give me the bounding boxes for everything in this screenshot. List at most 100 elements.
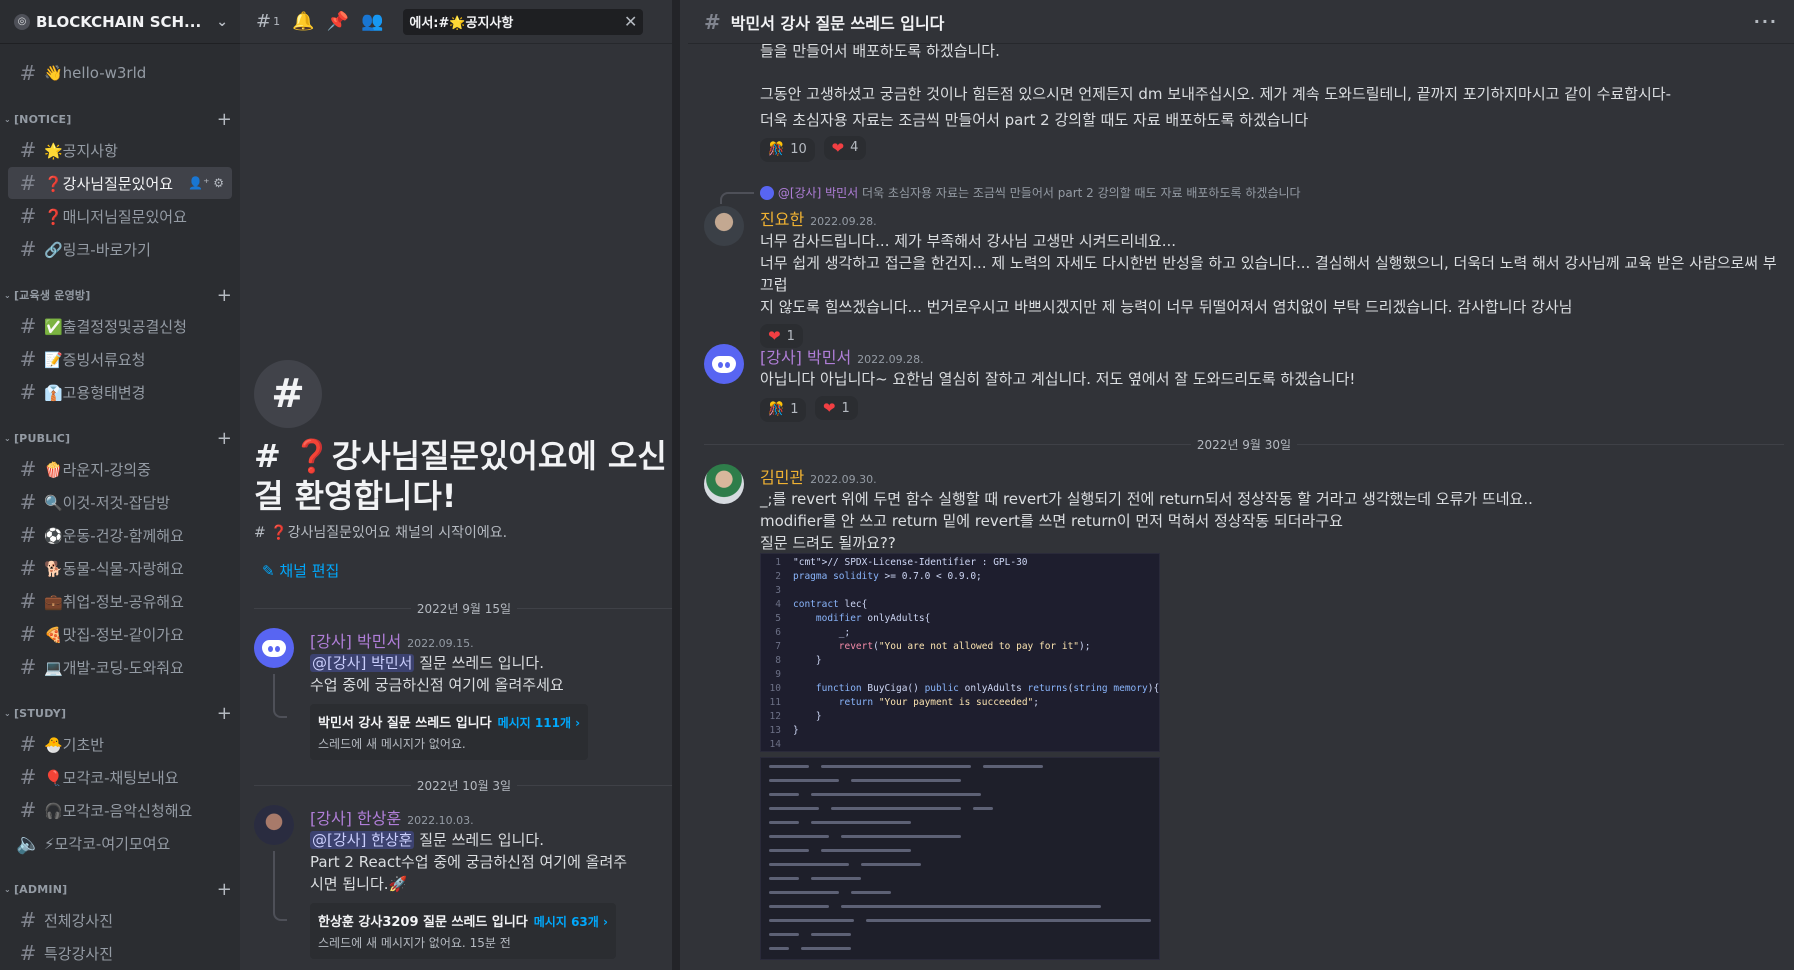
reply-reference[interactable]: @[강사] 박민서 더욱 초심자용 자료는 조금씩 만들어서 part 2 강의… [760, 184, 1301, 201]
bell-icon[interactable]: 🔔 [292, 11, 314, 32]
channel-label: ❓강사님질문있어요 [44, 174, 174, 193]
channel-item[interactable]: # 👔고용형태변경 [8, 376, 232, 408]
category-header[interactable]: ⌄ [교육생 운영방] + [0, 281, 240, 309]
avatar[interactable] [254, 628, 294, 668]
channel-item[interactable]: # ✅출결정정및공결신청 [8, 310, 232, 342]
chevron-down-icon[interactable]: ⌄ [216, 14, 228, 30]
author-name[interactable]: [강사] 박민서 [310, 632, 401, 651]
channel-item[interactable]: # 📝증빙서류요청 [8, 343, 232, 375]
mention[interactable]: @[강사] 박민서 [310, 654, 415, 672]
heart-icon: ❤ [822, 399, 836, 417]
channel-item[interactable]: # 🎈모각코-채팅보내요 [8, 761, 232, 793]
add-channel-icon[interactable]: + [217, 703, 232, 724]
category-header[interactable]: ⌄ [NOTICE] + [0, 105, 240, 133]
channel-item[interactable]: # 🐣기초반 [8, 728, 232, 760]
thread-message-count[interactable]: 메시지 63개 › [534, 915, 608, 929]
reaction-count: 1 [786, 328, 795, 344]
code-line: 2 pragma solidity >= 0.7.0 < 0.9.0; [775, 571, 982, 582]
author-name[interactable]: [강사] 박민서 [760, 348, 851, 367]
timestamp: 2022.09.28. [810, 215, 877, 228]
reaction-button[interactable]: 🎊 10 [760, 138, 815, 162]
category-name: [STUDY] [13, 706, 67, 720]
message-item: [강사] 한상훈 2022.10.03. @[강사] 한상훈 질문 쓰레드 입니다… [254, 805, 672, 959]
server-header[interactable]: ◎ BLOCKCHAIN SCH... ⌄ [0, 0, 240, 44]
channel-item[interactable]: # 🔍이것-저것-잡담방 [8, 486, 232, 518]
channel-item[interactable]: 🔈 ⚡모각코-여기모여요 [8, 827, 232, 859]
gear-icon[interactable]: ⚙ [213, 176, 224, 190]
message-item: [강사] 박민서 2022.09.28. 아닙니다 아닙니다~ 요한님 열심히 잘… [704, 344, 1784, 422]
log-row [769, 845, 1151, 856]
timestamp: 2022.09.28. [857, 353, 924, 366]
log-screenshot[interactable] [760, 757, 1160, 960]
author-name[interactable]: 진요한 [760, 210, 804, 229]
hash-icon: # [19, 314, 37, 338]
category-header[interactable]: ⌄ [ADMIN] + [0, 875, 240, 903]
message-text: 더욱 초심자용 자료는 조금씩 만들어서 part 2 강의할 때도 자료 배포… [760, 111, 1309, 129]
members-icon[interactable]: 👥 [361, 11, 383, 32]
thread-header: # 박민서 강사 질문 쓰레드 입니다 ··· [688, 0, 1794, 44]
reaction-button[interactable]: 🎊 1 [760, 397, 807, 422]
reaction-count: 1 [841, 400, 850, 416]
date-divider: 2022년 10월 3일 [254, 777, 672, 794]
channel-label: 🎈모각코-채팅보내요 [44, 768, 179, 787]
add-channel-icon[interactable]: + [217, 109, 232, 130]
reaction-button[interactable]: ❤ 1 [814, 396, 858, 420]
avatar[interactable] [704, 344, 744, 384]
channel-item[interactable]: # ⚽운동-건강-함께해요 [8, 519, 232, 551]
thread-card[interactable]: 박민서 강사 질문 쓰레드 입니다 메시지 111개 › 스레드에 새 메시지가 … [310, 704, 589, 760]
avatar[interactable] [704, 206, 744, 246]
channel-label: 🐕동물-식물-자랑해요 [44, 559, 184, 578]
add-channel-icon[interactable]: + [217, 285, 232, 306]
close-icon[interactable]: ✕ [624, 12, 637, 31]
channel-header: #1 🔔 📌 👥 에서:#🌟공지사항 ✕ [240, 0, 672, 44]
channel-item[interactable]: # 🍿라운지-강의중 [8, 453, 232, 485]
category-list: ⌄ [NOTICE] + # 🌟공지사항 # ❓강사님질문있어요 👤⁺ ⚙ # ❓매니저님질문있어… [0, 105, 240, 969]
channel-item[interactable]: # 💼취업-정보-공유해요 [8, 585, 232, 617]
channel-item[interactable]: # 🔗링크-바로가기 [8, 233, 232, 265]
search-value: 에서:#🌟공지사항 [409, 16, 514, 31]
reaction-bar: 🎊 1 ❤ 1 [760, 396, 1784, 422]
timestamp: 2022.10.03. [407, 814, 474, 827]
mention[interactable]: @[강사] 한상훈 [310, 831, 415, 849]
log-row [769, 957, 1151, 959]
timestamp: 2022.09.30. [810, 473, 877, 486]
author-name[interactable]: 김민관 [760, 468, 804, 487]
author-name[interactable]: [강사] 한상훈 [310, 809, 401, 828]
channel-item[interactable]: # ❓매니저님질문있어요 [8, 200, 232, 232]
speaker-icon: 🔈 [16, 831, 41, 855]
channel-item[interactable]: # 🎧모각코-음악신청해요 [8, 794, 232, 826]
code-screenshot[interactable]: 1 "cmt">// SPDX-License-Identifier : GPL-… [760, 553, 1160, 752]
invite-icon[interactable]: 👤⁺ [188, 176, 209, 190]
channel-item[interactable]: # ❓강사님질문있어요 👤⁺ ⚙ [8, 167, 232, 199]
message-text: 너무 쉽게 생각하고 접근을 한건지... 제 노력의 자세도 다시한번 반성을… [760, 254, 1777, 294]
pin-icon[interactable]: 📌 [327, 11, 349, 32]
channel-item[interactable]: # 특강강사진 [8, 937, 232, 969]
channel-label: ❓매니저님질문있어요 [44, 207, 187, 226]
more-options-icon[interactable]: ··· [1754, 12, 1778, 31]
category-header[interactable]: ⌄ [STUDY] + [0, 699, 240, 727]
add-channel-icon[interactable]: + [217, 428, 232, 449]
thread-card[interactable]: 한상훈 강사3209 질문 쓰레드 입니다 메시지 63개 › 스레드에 새 메시… [310, 903, 616, 959]
message-text: 질문 드려도 될까요?? [760, 534, 896, 552]
category-header[interactable]: ⌄ [PUBLIC] + [0, 424, 240, 452]
hash-icon: # [19, 490, 37, 514]
channel-label: 💼취업-정보-공유해요 [44, 592, 184, 611]
channel-item[interactable]: # 💻개발-코딩-도와줘요 [8, 651, 232, 683]
threads-icon[interactable]: #1 [256, 11, 280, 32]
channel-item[interactable]: # 전체강사진 [8, 904, 232, 936]
date-divider: 2022년 9월 30일 [704, 436, 1784, 453]
search-input[interactable]: 에서:#🌟공지사항 ✕ [403, 8, 644, 35]
channel-item[interactable]: # 🌟공지사항 [8, 134, 232, 166]
avatar[interactable] [254, 805, 294, 845]
channel-hello-w3rld[interactable]: # 👋hello-w3rld [8, 57, 232, 89]
hash-icon: # [19, 556, 37, 580]
channel-item[interactable]: # 🍕맛집-정보-같이가요 [8, 618, 232, 650]
edit-channel-button[interactable]: ✎ 채널 편집 [262, 560, 672, 581]
reaction-button[interactable]: ❤ 4 [823, 136, 867, 160]
avatar[interactable] [704, 464, 744, 504]
add-channel-icon[interactable]: + [217, 879, 232, 900]
channel-item[interactable]: # 🐕동물-식물-자랑해요 [8, 552, 232, 584]
thread-message-count[interactable]: 메시지 111개 › [498, 716, 581, 730]
reaction-bar: 🎊 10 ❤ 4 [760, 136, 870, 162]
discord-logo-icon [712, 355, 736, 373]
